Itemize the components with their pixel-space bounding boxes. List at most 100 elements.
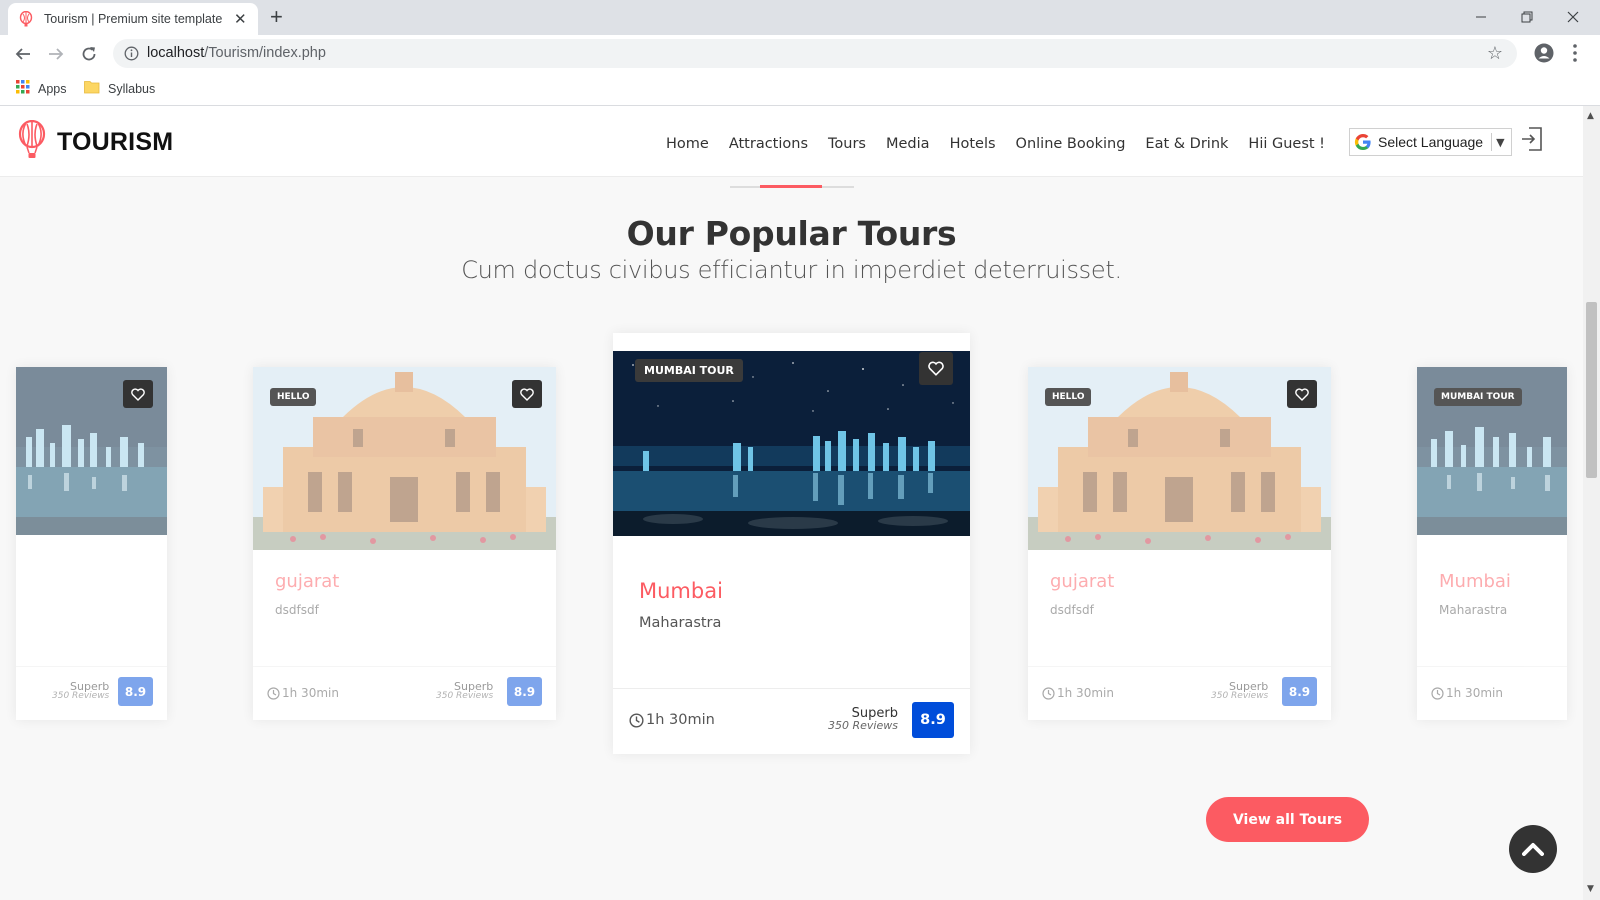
card-footer: 1h 30min Superb 350 Reviews 8.9 (613, 688, 970, 754)
section-subtitle: Cum doctus civibus efficiantur in imperd… (461, 256, 1122, 284)
divider (1491, 133, 1493, 151)
duration-text: 1h 30min (282, 686, 339, 700)
page-viewport: TOURISM Home Attractions Tours Media Hot… (0, 106, 1583, 900)
bookmark-star-icon[interactable]: ☆ (1487, 43, 1503, 64)
browser-tabstrip: Tourism | Premium site template ✕ + (0, 0, 1600, 35)
view-all-tours-button[interactable]: View all Tours (1206, 797, 1369, 842)
tab-title: Tourism | Premium site template (44, 12, 223, 26)
bookmark-syllabus[interactable]: Syllabus (84, 80, 155, 97)
tour-card[interactable]: HELLO gujarat dsdfsdf 1h 30min Superb 35… (1028, 367, 1331, 720)
clock-icon (1042, 686, 1055, 700)
logo-text: TOURISM (57, 127, 174, 156)
duration: 1h 30min (1431, 686, 1503, 700)
chevron-up-icon (1522, 843, 1544, 856)
url-host: localhost (147, 45, 205, 61)
scroll-to-top-button[interactable] (1509, 825, 1557, 873)
wishlist-heart-icon[interactable] (919, 352, 953, 385)
nav-home[interactable]: Home (666, 136, 709, 152)
url-text: localhost/Tourism/index.php (147, 45, 326, 61)
card-description: Maharastra (639, 615, 722, 631)
card-badge: HELLO (1045, 388, 1092, 406)
profile-avatar-icon[interactable] (1534, 43, 1554, 63)
duration-text: 1h 30min (1057, 686, 1114, 700)
tour-card[interactable]: HELLO gujarat dsdfsdf 1h 30min Superb 35… (253, 367, 556, 720)
bookmark-label: Apps (38, 81, 67, 96)
bookmark-label: Syllabus (108, 81, 156, 96)
score-badge: 8.9 (507, 677, 542, 706)
duration-text: 1h 30min (1446, 686, 1503, 700)
apps-grid-icon (16, 80, 30, 97)
forward-arrow-icon[interactable] (45, 43, 67, 65)
google-g-icon (1353, 132, 1373, 152)
balloon-favicon-icon (18, 11, 34, 27)
scrollbar-thumb[interactable] (1586, 302, 1597, 478)
language-select-label: Select Language (1378, 134, 1484, 150)
address-bar[interactable]: localhost/Tourism/index.php ☆ (113, 39, 1517, 68)
restore-icon[interactable] (1504, 4, 1550, 30)
new-tab-button[interactable]: + (270, 6, 283, 28)
rating-text: Superb 350 Reviews (828, 707, 898, 731)
nav-user-greeting[interactable]: Hii Guest ! (1248, 136, 1325, 152)
section-divider-accent (760, 185, 822, 188)
duration-text: 1h 30min (646, 712, 715, 728)
card-badge: HELLO (270, 388, 317, 406)
card-footer: Superb 350 Reviews 8.9 (16, 666, 167, 720)
section-title: Our Popular Tours (626, 214, 957, 253)
clock-icon (1431, 686, 1444, 700)
folder-icon (84, 80, 100, 97)
card-badge: MUMBAI TOUR (635, 359, 743, 382)
tour-card[interactable]: Superb 350 Reviews 8.9 (16, 367, 167, 720)
close-tab-icon[interactable]: ✕ (234, 11, 247, 27)
wishlist-heart-icon[interactable] (512, 380, 542, 408)
site-header: TOURISM Home Attractions Tours Media Hot… (0, 106, 1583, 177)
review-count: 350 Reviews (436, 691, 494, 701)
card-footer: 1h 30min Superb 350 Reviews 8.9 (1028, 666, 1331, 720)
bookmark-apps[interactable]: Apps (16, 80, 67, 97)
minimize-icon[interactable] (1458, 4, 1504, 30)
review-count: 350 Reviews (1211, 691, 1269, 701)
browser-tab[interactable]: Tourism | Premium site template ✕ (8, 3, 258, 35)
score-badge: 8.9 (1282, 677, 1317, 706)
tour-card-active[interactable]: MUMBAI TOUR Mumbai Maharastra 1h 30min S… (613, 333, 970, 754)
browser-toolbar: localhost/Tourism/index.php ☆ (0, 35, 1600, 72)
language-select[interactable]: Select Language ▼ (1349, 128, 1512, 156)
rating-text: Superb 350 Reviews (436, 681, 493, 701)
dropdown-arrow-icon: ▼ (1496, 135, 1505, 149)
review-count: 350 Reviews (828, 719, 898, 732)
score-badge: 8.9 (118, 677, 153, 706)
card-title[interactable]: Mumbai (639, 579, 723, 603)
nav-hotels[interactable]: Hotels (950, 136, 996, 152)
scroll-up-arrow-icon[interactable]: ▲ (1587, 111, 1594, 121)
nav-attractions[interactable]: Attractions (729, 136, 808, 152)
duration: 1h 30min (1042, 686, 1114, 700)
score-badge: 8.9 (912, 702, 954, 738)
rating-text: Superb 350 Reviews (1211, 681, 1268, 701)
card-title[interactable]: gujarat (275, 571, 339, 592)
nav-media[interactable]: Media (886, 136, 930, 152)
nav-online-booking[interactable]: Online Booking (1016, 136, 1126, 152)
close-window-icon[interactable] (1550, 4, 1596, 30)
reload-icon[interactable] (78, 43, 100, 65)
scroll-down-arrow-icon[interactable]: ▼ (1587, 884, 1594, 894)
wishlist-heart-icon[interactable] (1287, 380, 1317, 408)
browser-menu-icon[interactable] (1570, 42, 1580, 64)
url-path: /Tourism/index.php (204, 45, 326, 61)
nav-tours[interactable]: Tours (828, 136, 866, 152)
site-info-icon[interactable] (124, 46, 139, 61)
page-scrollbar[interactable]: ▲ ▼ (1583, 106, 1600, 900)
nav-eat-drink[interactable]: Eat & Drink (1145, 136, 1228, 152)
card-description: Maharastra (1439, 603, 1508, 617)
main-navigation: Home Attractions Tours Media Hotels Onli… (646, 136, 1325, 152)
login-icon[interactable] (1520, 126, 1544, 152)
card-title[interactable]: Mumbai (1439, 571, 1511, 592)
tour-card[interactable]: MUMBAI TOUR Mumbai Maharastra 1h 30min (1417, 367, 1567, 720)
site-logo[interactable]: TOURISM (18, 119, 174, 164)
card-badge: MUMBAI TOUR (1434, 388, 1522, 406)
card-description: dsdfsdf (275, 603, 319, 617)
back-arrow-icon[interactable] (12, 43, 34, 65)
card-title[interactable]: gujarat (1050, 571, 1114, 592)
card-footer: 1h 30min Superb 350 Reviews 8.9 (253, 666, 556, 720)
card-footer: 1h 30min (1417, 666, 1567, 720)
wishlist-heart-icon[interactable] (123, 380, 153, 408)
hot-air-balloon-icon (18, 119, 46, 164)
